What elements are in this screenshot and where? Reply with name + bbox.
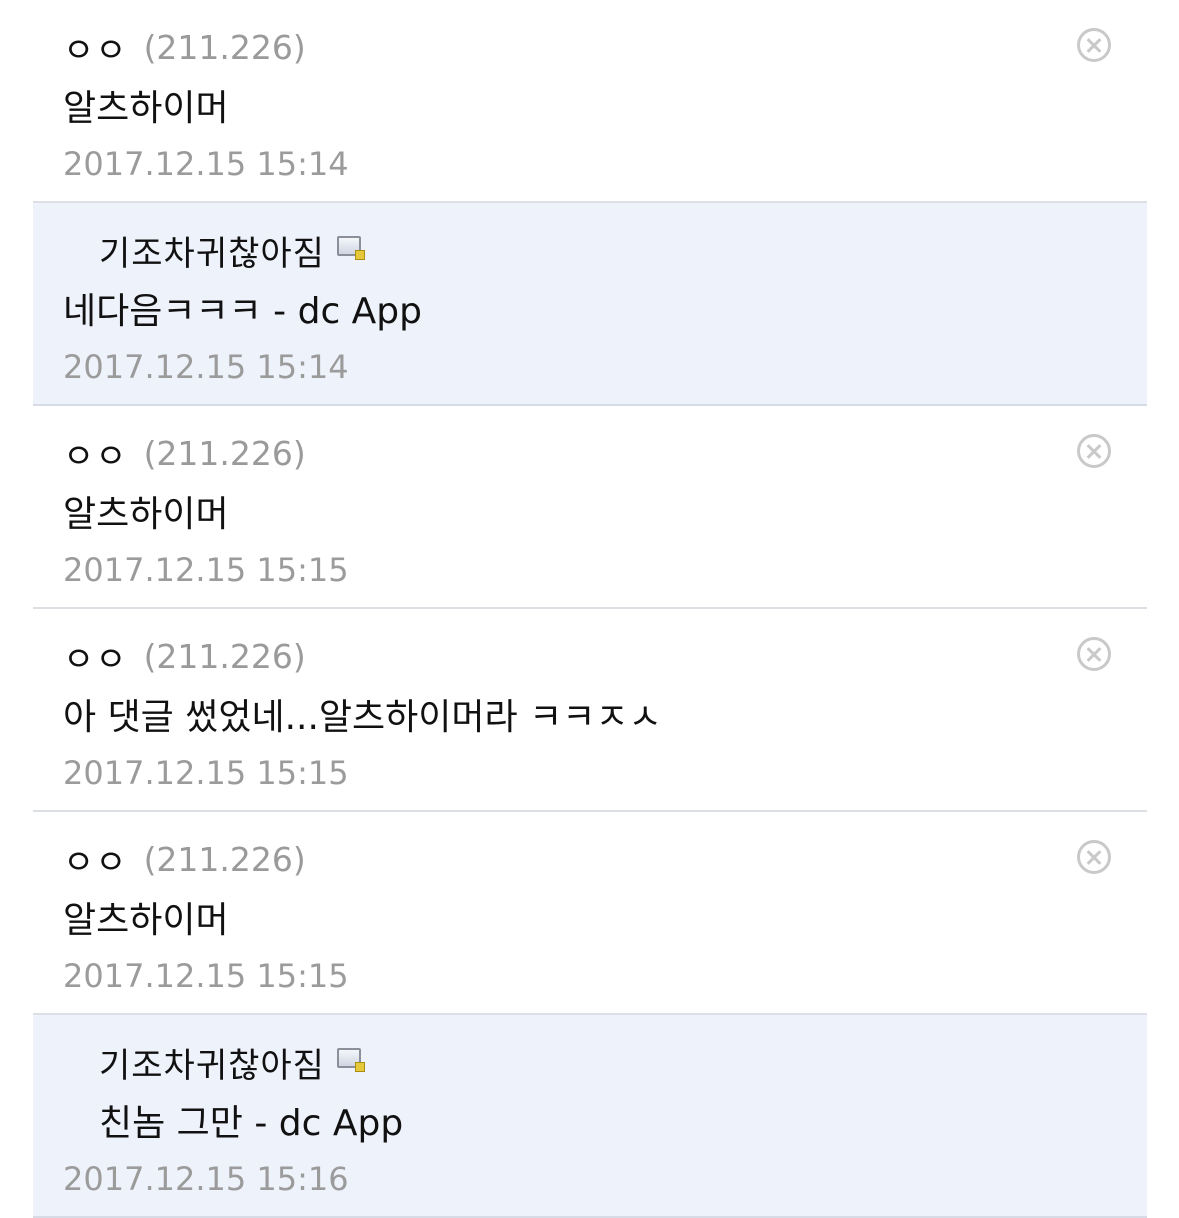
comment-item: ㅇㅇ (211.226) 알츠하이머 2017.12.15 15:15 bbox=[33, 406, 1147, 609]
comment-timestamp: 2017.12.15 15:14 bbox=[63, 145, 349, 183]
reply-timestamp: 2017.12.15 15:16 bbox=[63, 1160, 349, 1198]
reply-author-row: 기조차귀찮아짐 bbox=[99, 226, 365, 275]
comment-author-row: ㅇㅇ (211.226) bbox=[63, 23, 306, 72]
close-circle-icon[interactable] bbox=[1077, 28, 1111, 62]
comment-item: ㅇㅇ (211.226) 알츠하이머 2017.12.15 15:14 bbox=[33, 0, 1147, 203]
comment-text: 알츠하이머 bbox=[63, 900, 229, 941]
comment-timestamp: 2017.12.15 15:15 bbox=[63, 957, 349, 995]
comment-item: ㅇㅇ (211.226) 아 댓글 썼었네...알츠하이머라 ㅋㅋㅈㅅ 2017… bbox=[33, 609, 1147, 812]
fixed-nick-icon bbox=[336, 1048, 365, 1072]
comment-ip: (211.226) bbox=[143, 433, 306, 473]
comment-nickname[interactable]: ㅇㅇ bbox=[63, 835, 128, 884]
reply-author-row: 기조차귀찮아짐 bbox=[99, 1038, 365, 1087]
comment-ip: (211.226) bbox=[143, 636, 306, 676]
comment-timestamp: 2017.12.15 15:15 bbox=[63, 551, 349, 589]
comment-author-row: ㅇㅇ (211.226) bbox=[63, 632, 306, 681]
fixed-nick-icon bbox=[336, 236, 365, 260]
comment-list: ㅇㅇ (211.226) 알츠하이머 2017.12.15 15:14 기조차귀… bbox=[33, 0, 1147, 1218]
comment-author-row: ㅇㅇ (211.226) bbox=[63, 429, 306, 478]
reply-nickname[interactable]: 기조차귀찮아짐 bbox=[99, 1038, 325, 1087]
comment-nickname[interactable]: ㅇㅇ bbox=[63, 632, 128, 681]
reply-text: 네다음ㅋㅋㅋ - dc App bbox=[63, 291, 423, 332]
reply-text: 친놈 그만 - dc App bbox=[99, 1103, 404, 1144]
reply-item: 기조차귀찮아짐 친놈 그만 - dc App 2017.12.15 15:16 bbox=[33, 1015, 1147, 1218]
comment-timestamp: 2017.12.15 15:15 bbox=[63, 754, 349, 792]
reply-item: 기조차귀찮아짐 네다음ㅋㅋㅋ - dc App 2017.12.15 15:14 bbox=[33, 203, 1147, 406]
comment-nickname[interactable]: ㅇㅇ bbox=[63, 429, 128, 478]
comment-text: 아 댓글 썼었네...알츠하이머라 ㅋㅋㅈㅅ bbox=[63, 697, 662, 738]
comment-ip: (211.226) bbox=[143, 839, 306, 879]
comment-item: ㅇㅇ (211.226) 알츠하이머 2017.12.15 15:15 bbox=[33, 812, 1147, 1015]
reply-timestamp: 2017.12.15 15:14 bbox=[63, 348, 349, 386]
close-circle-icon[interactable] bbox=[1077, 434, 1111, 468]
comment-nickname[interactable]: ㅇㅇ bbox=[63, 23, 128, 72]
comment-text: 알츠하이머 bbox=[63, 88, 229, 129]
comment-author-row: ㅇㅇ (211.226) bbox=[63, 835, 306, 884]
comment-text: 알츠하이머 bbox=[63, 494, 229, 535]
reply-nickname[interactable]: 기조차귀찮아짐 bbox=[99, 226, 325, 275]
close-circle-icon[interactable] bbox=[1077, 840, 1111, 874]
close-circle-icon[interactable] bbox=[1077, 637, 1111, 671]
comment-ip: (211.226) bbox=[143, 27, 306, 67]
